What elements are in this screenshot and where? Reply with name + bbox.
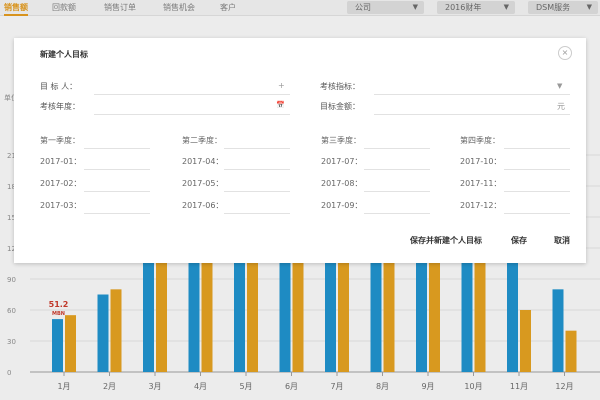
- y-tick-label: 60: [7, 307, 16, 315]
- quarter-4-label: 第四季度：: [460, 136, 500, 145]
- bar: [65, 315, 76, 372]
- x-tick-label: 5月: [239, 382, 252, 391]
- month-field[interactable]: [504, 191, 570, 192]
- month-field[interactable]: [224, 213, 290, 214]
- month-label: 2017-09：: [321, 201, 363, 210]
- x-tick-label: 10月: [464, 382, 482, 391]
- new-personal-target-dialog: 新建个人目标 × 目 标 人： + 考核指标： ▼ 考核年度： 📅 目标金额： …: [14, 38, 586, 263]
- quarter-3-label: 第三季度：: [321, 136, 361, 145]
- tab-sales-amount[interactable]: 销售额: [4, 0, 28, 16]
- month-field[interactable]: [364, 191, 430, 192]
- fiscal-year-select[interactable]: 2016财年 ▼: [437, 1, 515, 14]
- bar: [110, 289, 122, 372]
- quarter-2-label: 第二季度：: [182, 136, 222, 145]
- month-field[interactable]: [364, 169, 430, 170]
- target-amount-field[interactable]: [374, 114, 570, 115]
- service-select[interactable]: DSM服务 ▼: [528, 1, 598, 14]
- quarter-1-field[interactable]: [84, 148, 150, 149]
- tab-sales-orders[interactable]: 销售订单: [104, 0, 136, 16]
- assess-year-field[interactable]: [94, 114, 290, 115]
- month-field[interactable]: [224, 169, 290, 170]
- month-label: 2017-11：: [460, 179, 502, 188]
- month-label: 2017-01：: [40, 157, 82, 166]
- month-field[interactable]: [364, 213, 430, 214]
- month-field[interactable]: [84, 169, 150, 170]
- bar: [52, 319, 63, 372]
- chevron-down-icon: ▼: [412, 3, 418, 11]
- target-person-label: 目 标 人：: [40, 82, 78, 91]
- x-tick-label: 3月: [148, 382, 161, 391]
- top-nav-bar: 销售额 回款额 销售订单 销售机会 客户 公司 ▼ 2016财年 ▼ DSM服务…: [0, 0, 600, 16]
- y-tick-label: 0: [7, 369, 11, 377]
- close-icon[interactable]: ×: [558, 46, 572, 60]
- assess-year-label: 考核年度：: [40, 102, 80, 111]
- x-tick-label: 8月: [376, 382, 389, 391]
- month-label: 2017-02：: [40, 179, 82, 188]
- month-label: 2017-08：: [321, 179, 363, 188]
- calendar-icon[interactable]: 📅: [276, 101, 285, 109]
- quarter-1-label: 第一季度：: [40, 136, 80, 145]
- bar: [520, 310, 531, 372]
- assess-metric-field[interactable]: [374, 94, 570, 95]
- x-tick-label: 11月: [510, 382, 528, 391]
- month-field[interactable]: [504, 169, 570, 170]
- x-tick-label: 1月: [57, 382, 70, 391]
- save-and-new-button[interactable]: 保存并新建个人目标: [410, 235, 482, 246]
- fiscal-year-select-value: 2016财年: [445, 3, 482, 12]
- chevron-down-icon: ▼: [586, 3, 592, 11]
- currency-unit: 元: [557, 102, 565, 111]
- month-label: 2017-06：: [182, 201, 224, 210]
- target-person-field[interactable]: [94, 94, 290, 95]
- x-tick-label: 9月: [421, 382, 434, 391]
- y-tick-label: 90: [7, 276, 16, 284]
- x-tick-label: 12月: [555, 382, 573, 391]
- month-field[interactable]: [84, 213, 150, 214]
- target-amount-label: 目标金额：: [320, 102, 360, 111]
- month-label: 2017-12：: [460, 201, 502, 210]
- dialog-title: 新建个人目标: [40, 50, 88, 59]
- x-tick-label: 6月: [285, 382, 298, 391]
- quarter-2-field[interactable]: [224, 148, 290, 149]
- month-field[interactable]: [504, 213, 570, 214]
- bar: [97, 294, 109, 372]
- save-button[interactable]: 保存: [511, 235, 527, 246]
- service-select-value: DSM服务: [536, 3, 571, 12]
- month-field[interactable]: [224, 191, 290, 192]
- y-tick-label: 30: [7, 338, 16, 346]
- month-label: 2017-05：: [182, 179, 224, 188]
- company-select-value: 公司: [355, 3, 371, 12]
- x-tick-label: 2月: [103, 382, 116, 391]
- month-label: 2017-03：: [40, 201, 82, 210]
- x-tick-label: 4月: [194, 382, 207, 391]
- add-icon[interactable]: +: [278, 81, 285, 90]
- company-select[interactable]: 公司 ▼: [347, 1, 424, 14]
- quarter-3-field[interactable]: [364, 148, 430, 149]
- chevron-down-icon: ▼: [503, 3, 509, 11]
- month-field[interactable]: [84, 191, 150, 192]
- tab-customers[interactable]: 客户: [220, 0, 236, 16]
- bar: [552, 289, 564, 372]
- bar: [565, 330, 577, 372]
- quarter-4-field[interactable]: [504, 148, 570, 149]
- tab-sales-opportunities[interactable]: 销售机会: [163, 0, 195, 16]
- data-label: 51.2: [49, 300, 69, 309]
- month-label: 2017-10：: [460, 157, 502, 166]
- tab-payment-amount[interactable]: 回款额: [52, 0, 76, 16]
- x-tick-label: 7月: [330, 382, 343, 391]
- cancel-button[interactable]: 取消: [554, 235, 570, 246]
- month-label: 2017-04：: [182, 157, 224, 166]
- assess-metric-label: 考核指标：: [320, 82, 360, 91]
- chevron-down-icon[interactable]: ▼: [557, 82, 562, 90]
- data-label-unit: MBN: [52, 311, 65, 317]
- month-label: 2017-07：: [321, 157, 363, 166]
